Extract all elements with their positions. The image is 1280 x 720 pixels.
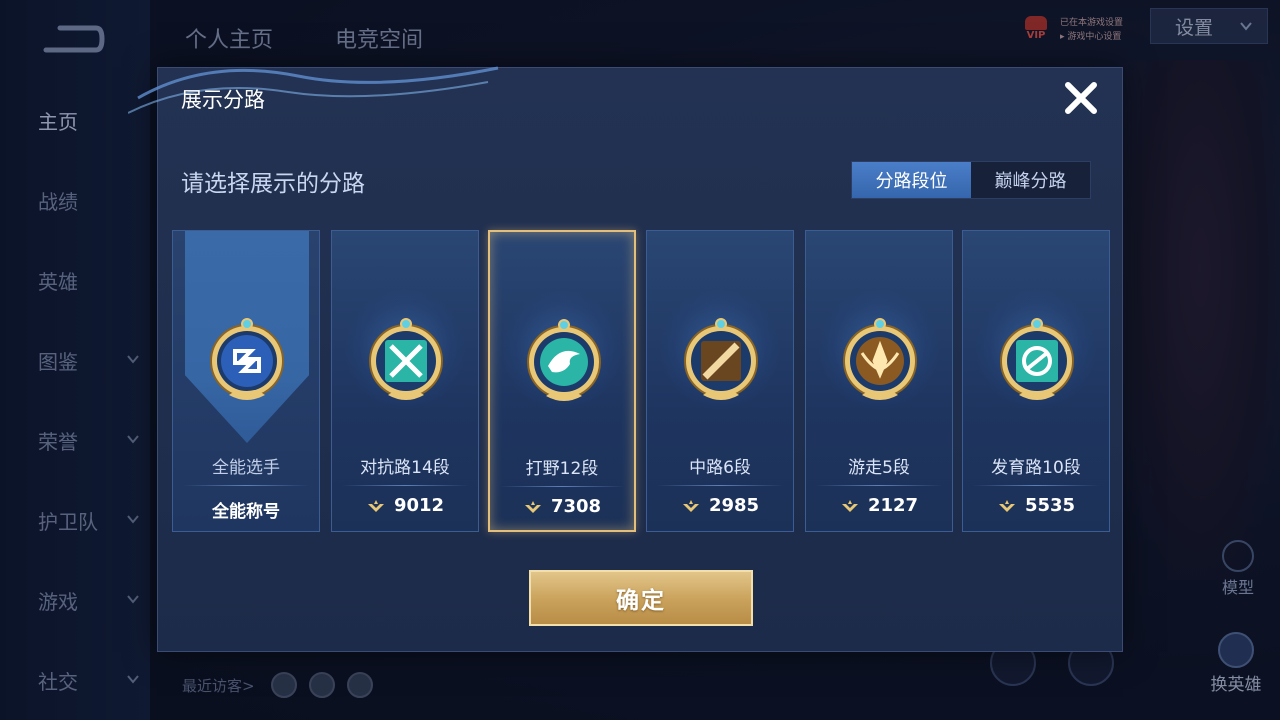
lane-card-score-value: 5535 bbox=[1024, 495, 1076, 516]
show-lane-dialog: 展示分路 请选择展示的分路 分路段位 巅峰分路 全能选手 全能称号 对抗路14段 90… bbox=[128, 66, 1123, 652]
rank-points-icon bbox=[998, 499, 1015, 512]
allround-lane-emblem-icon bbox=[210, 318, 284, 400]
confirm-button[interactable]: 确定 bbox=[529, 570, 753, 626]
toggle-lane-rank[interactable]: 分路段位 bbox=[852, 162, 971, 198]
rank-points-icon bbox=[524, 500, 541, 513]
lane-card-name: 发育路10段 bbox=[991, 458, 1081, 478]
card-divider bbox=[816, 485, 942, 486]
lane-card-score: 2127 bbox=[806, 495, 952, 516]
lane-card-score-value: 9012 bbox=[393, 495, 445, 516]
lane-card-score: 9012 bbox=[332, 495, 478, 516]
card-divider bbox=[183, 485, 309, 486]
jungle-lane-emblem-icon bbox=[527, 319, 601, 401]
lane-card-name: 游走5段 bbox=[848, 458, 910, 478]
lane-card-roam[interactable]: 游走5段 2127 bbox=[805, 230, 953, 532]
lane-card-name: 全能选手 bbox=[212, 458, 280, 478]
lane-card-score: 7308 bbox=[490, 496, 634, 517]
card-divider bbox=[657, 485, 783, 486]
lane-card-score: 5535 bbox=[963, 495, 1109, 516]
rank-points-icon bbox=[841, 499, 858, 512]
lane-card-title: 全能称号 bbox=[212, 502, 280, 522]
lane-card-score: 2985 bbox=[647, 495, 793, 516]
lane-card-jungle[interactable]: 打野12段 7308 bbox=[488, 230, 636, 532]
farm-lane-emblem-icon bbox=[1000, 318, 1074, 400]
rank-points-icon bbox=[367, 499, 384, 512]
rank-points-icon bbox=[682, 499, 699, 512]
card-divider bbox=[500, 486, 624, 487]
toggle-peak-lane[interactable]: 巅峰分路 bbox=[971, 162, 1090, 198]
lane-card-mid[interactable]: 中路6段 2985 bbox=[646, 230, 794, 532]
lane-type-toggle: 分路段位 巅峰分路 bbox=[851, 161, 1091, 199]
lane-cards: 全能选手 全能称号 对抗路14段 9012 打野12段 7308 中路6段 2985 游走5段 2… bbox=[172, 230, 1112, 532]
dialog-title: 展示分路 bbox=[181, 88, 265, 112]
mid-lane-emblem-icon bbox=[684, 318, 758, 400]
close-button[interactable] bbox=[1061, 78, 1101, 118]
lane-card-name: 打野12段 bbox=[525, 459, 599, 479]
lane-card-score-value: 2127 bbox=[867, 495, 919, 516]
lane-card-name: 中路6段 bbox=[689, 458, 751, 478]
lane-card-farm[interactable]: 发育路10段 5535 bbox=[962, 230, 1110, 532]
roam-lane-emblem-icon bbox=[843, 318, 917, 400]
dialog-subtitle: 请选择展示的分路 bbox=[181, 171, 365, 197]
lane-card-score-value: 7308 bbox=[550, 496, 602, 517]
lane-card-name: 对抗路14段 bbox=[360, 458, 450, 478]
clash-lane-emblem-icon bbox=[369, 318, 443, 400]
lane-card-clash[interactable]: 对抗路14段 9012 bbox=[331, 230, 479, 532]
card-divider bbox=[342, 485, 468, 486]
close-icon bbox=[1065, 82, 1097, 114]
lane-card-allround[interactable]: 全能选手 全能称号 bbox=[172, 230, 320, 532]
card-divider bbox=[973, 485, 1099, 486]
lane-card-score-value: 2985 bbox=[708, 495, 760, 516]
